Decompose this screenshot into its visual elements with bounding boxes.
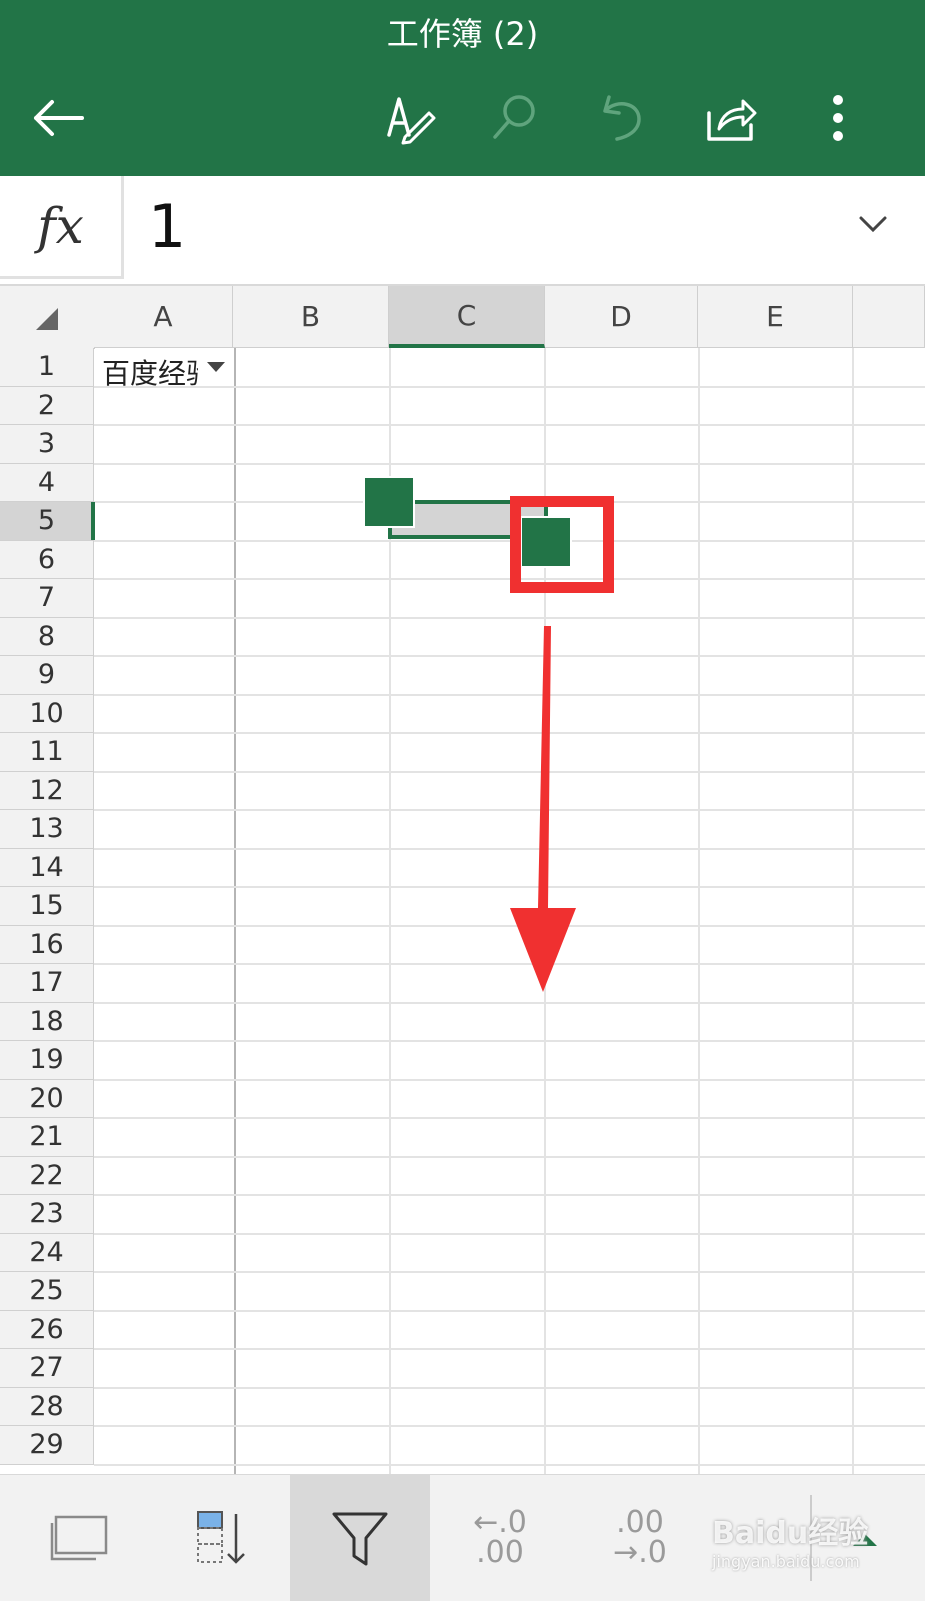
selection-start-handle[interactable] bbox=[363, 476, 415, 528]
increase-decimal-bottom: →.0 bbox=[613, 1535, 667, 1570]
decrease-decimal-bottom: .00 bbox=[476, 1535, 524, 1570]
increase-decimal-top: .00 bbox=[616, 1505, 664, 1540]
arrow-left-icon bbox=[34, 100, 84, 136]
pen-edit-icon bbox=[387, 97, 436, 145]
undo-button[interactable] bbox=[592, 88, 652, 148]
sort-icon bbox=[197, 1511, 245, 1564]
row-header[interactable]: 27 bbox=[0, 1349, 94, 1388]
grid-line bbox=[94, 1194, 925, 1196]
grid-line bbox=[94, 462, 925, 465]
row-header[interactable]: 19 bbox=[0, 1041, 94, 1080]
column-header-a[interactable]: A bbox=[94, 286, 233, 348]
column-header-e[interactable]: E bbox=[698, 286, 853, 348]
column-header-b[interactable]: B bbox=[233, 286, 389, 348]
undo-icon bbox=[603, 95, 641, 141]
workbook-title: 工作簿 (2) bbox=[386, 15, 539, 53]
row-header[interactable]: 25 bbox=[0, 1272, 94, 1311]
row-header[interactable]: 9 bbox=[0, 656, 94, 695]
row-header[interactable]: 8 bbox=[0, 617, 94, 656]
sort-button[interactable] bbox=[150, 1475, 290, 1601]
grid-line bbox=[94, 616, 925, 619]
freeze-pane-divider bbox=[234, 348, 236, 1474]
row-header[interactable]: 21 bbox=[0, 1118, 94, 1157]
select-all-corner[interactable] bbox=[0, 286, 95, 349]
row-header[interactable]: 13 bbox=[0, 810, 94, 849]
row-header[interactable]: 11 bbox=[0, 733, 94, 772]
grid-line bbox=[94, 1155, 925, 1158]
column-header-c[interactable]: C bbox=[389, 286, 545, 348]
row-header[interactable]: 7 bbox=[0, 579, 94, 618]
row-header[interactable]: 12 bbox=[0, 771, 94, 810]
row-header[interactable]: 26 bbox=[0, 1310, 94, 1349]
grid-line bbox=[94, 1309, 925, 1312]
row-header[interactable]: 22 bbox=[0, 1156, 94, 1195]
row-header[interactable]: 20 bbox=[0, 1079, 94, 1118]
slides-button[interactable] bbox=[10, 1475, 150, 1601]
grid-line bbox=[94, 1078, 925, 1081]
more-button[interactable] bbox=[808, 88, 868, 148]
row-header[interactable]: 23 bbox=[0, 1195, 94, 1234]
app-header: 工作簿 (2) bbox=[0, 0, 925, 176]
grid-line bbox=[94, 1232, 925, 1235]
grid-line bbox=[94, 1425, 925, 1427]
spreadsheet-grid[interactable]: A B C D E 1 2 3 4 5 6 7 8 9 10 11 12 13 14 15 16 17 18 19 2… bbox=[0, 286, 925, 1474]
row-header[interactable]: 6 bbox=[0, 540, 94, 579]
row-header[interactable]: 16 bbox=[0, 925, 94, 964]
autofilter-dropdown-icon[interactable] bbox=[204, 356, 228, 380]
column-header-f[interactable] bbox=[853, 286, 925, 348]
decrease-decimal-button[interactable]: ←.0 .00 bbox=[430, 1475, 570, 1601]
grid-line bbox=[94, 1271, 925, 1273]
filter-icon bbox=[332, 1512, 388, 1566]
row-header[interactable]: 24 bbox=[0, 1233, 94, 1272]
grid-line bbox=[94, 1386, 925, 1389]
grid-line bbox=[94, 1040, 925, 1042]
watermark-url: jingyan.baidu.com bbox=[712, 1552, 860, 1571]
row-header[interactable]: 3 bbox=[0, 425, 94, 464]
watermark-logo: Baidu经验 bbox=[712, 1516, 869, 1551]
row-header[interactable]: 15 bbox=[0, 887, 94, 926]
row-header[interactable]: 5 bbox=[0, 502, 94, 541]
more-vertical-icon bbox=[833, 95, 843, 141]
row-selection-marker bbox=[91, 502, 95, 540]
grid-line bbox=[94, 1348, 925, 1350]
formula-input[interactable]: 1 bbox=[148, 192, 186, 262]
filter-button[interactable] bbox=[290, 1475, 430, 1601]
grid-line bbox=[94, 424, 925, 426]
row-header[interactable]: 18 bbox=[0, 1002, 94, 1041]
increase-decimal-button[interactable]: .00 →.0 bbox=[570, 1475, 710, 1601]
share-button[interactable] bbox=[700, 88, 760, 148]
share-icon bbox=[707, 99, 757, 141]
annotation-highlight-box bbox=[510, 496, 614, 593]
row-header[interactable]: 10 bbox=[0, 694, 94, 733]
search-icon bbox=[493, 95, 535, 139]
back-button[interactable] bbox=[28, 88, 88, 148]
row-header[interactable]: 14 bbox=[0, 848, 94, 887]
slides-icon bbox=[50, 1515, 108, 1561]
row-header[interactable]: 17 bbox=[0, 964, 94, 1003]
grid-line bbox=[94, 1001, 925, 1004]
cell-a1[interactable]: 百度经验 bbox=[102, 352, 198, 392]
column-header-d[interactable]: D bbox=[545, 286, 698, 348]
annotation-arrow-down bbox=[510, 626, 576, 992]
formula-bar: fx 1 bbox=[0, 176, 925, 286]
select-all-icon bbox=[36, 308, 58, 330]
row-header[interactable]: 2 bbox=[0, 386, 94, 425]
row-header[interactable]: 28 bbox=[0, 1387, 94, 1426]
row-header[interactable]: 29 bbox=[0, 1426, 94, 1465]
decrease-decimal-top: ←.0 bbox=[473, 1505, 527, 1540]
row-header[interactable]: 4 bbox=[0, 463, 94, 502]
chevron-down-icon[interactable] bbox=[858, 214, 888, 234]
grid-line bbox=[94, 1117, 925, 1119]
search-button[interactable] bbox=[484, 88, 544, 148]
row-header[interactable]: 1 bbox=[0, 348, 94, 387]
grid-line bbox=[94, 1463, 925, 1466]
fx-icon[interactable]: fx bbox=[0, 176, 124, 279]
grid-line bbox=[698, 348, 700, 1474]
grid-line bbox=[94, 385, 925, 388]
grid-line bbox=[852, 348, 854, 1474]
edit-button[interactable] bbox=[380, 88, 440, 148]
